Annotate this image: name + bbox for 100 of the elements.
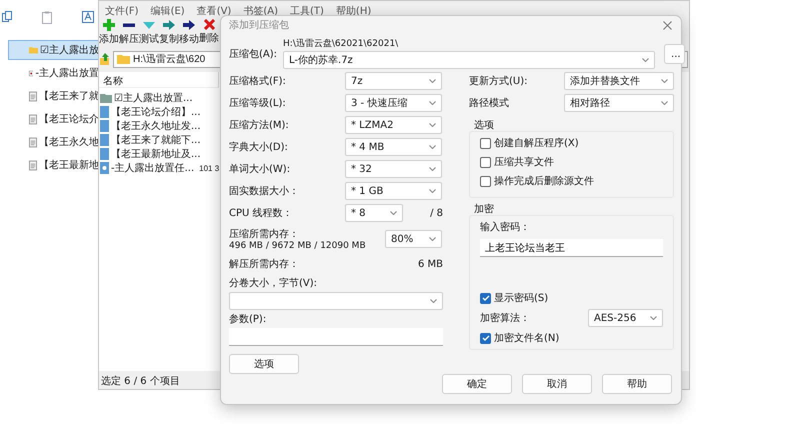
group-title: 选项 [473,118,495,131]
document-icon [100,148,109,160]
file-name[interactable]: -主人露出放置任... [111,161,194,175]
dialog-button[interactable]: 取消 [522,374,592,394]
up-folder-icon[interactable] [100,53,111,65]
arrow-right-icon [183,19,195,31]
dropdown[interactable]: * 4 MB [345,138,442,156]
field-label: 压缩等级(L): [229,96,287,110]
menu-item[interactable]: 工具(T) [290,4,324,16]
checkbox-label[interactable]: 加密文件名(N) [494,331,560,345]
dropdown[interactable]: L-你的苏幸.7z [283,51,656,69]
document-icon [29,160,37,170]
field-label: 加密算法： [480,312,530,325]
chevron-icon [429,167,436,171]
chevron-icon [429,123,436,127]
chevron-icon [429,101,436,105]
field-label: 更新方式(U): [469,74,528,88]
chevron-icon [642,58,650,62]
file-name[interactable]: 【老王最新地址及... [111,147,201,161]
document-icon [100,120,109,132]
toolbar-button[interactable]: 添加 [99,19,119,49]
checkbox-label[interactable]: 创建自解压程序(X) [494,136,579,150]
folder-icon [29,45,38,55]
arrow-right-icon [163,19,175,31]
document-icon [100,106,109,118]
dialog-button[interactable]: 确定 [442,374,512,394]
archive-path: H:\迅雷云盘\62021\62021\ [283,38,400,50]
checkbox-label[interactable]: 压缩共享文件 [494,155,554,169]
menu-item[interactable]: 查看(V) [196,4,232,16]
field-label: 压缩包(A): [229,48,278,61]
group-title: 加密 [473,202,495,215]
clipboard-icon[interactable] [42,11,52,24]
dropdown[interactable]: AES-256 [588,309,663,327]
menu-item[interactable]: 书签(A) [243,4,278,16]
password-field[interactable]: 上老王论坛当老王 [480,239,663,257]
options-button[interactable]: 选项 [229,354,299,374]
chevron-icon [661,101,668,105]
chevron-icon [390,211,397,215]
toolbar-button[interactable]: 复制 [159,19,179,49]
menu-item[interactable]: 帮助(H) [336,4,372,16]
toolbar-button[interactable]: 移动 [179,19,199,49]
document-icon [29,136,37,148]
dropdown[interactable]: 80% [385,230,442,248]
dropdown[interactable]: * 8 [345,204,403,222]
checkbox[interactable] [480,176,491,186]
thread-count: / 8 [430,208,443,218]
close-icon[interactable] [663,20,672,30]
field-label: 解压所需内存： [229,258,299,271]
dropdown[interactable]: 相对路径 [564,94,674,112]
file-item[interactable]: ☑主人露出放 [8,40,100,60]
field-label: 输入密码： [480,220,531,234]
file-item[interactable]: 【老王论坛介 [28,109,100,129]
menu-item[interactable]: 编辑(E) [150,4,185,16]
rename-icon[interactable] [82,11,94,23]
chevron-down-icon [143,19,155,31]
menu-item[interactable]: 文件(F) [105,4,139,16]
archive-file-icon [29,68,34,78]
chevron-icon [661,79,668,83]
close-icon [204,19,214,30]
browse-button[interactable]: ... [664,44,686,64]
checkbox[interactable] [480,292,491,304]
file-name[interactable]: ☑主人露出放置... [114,91,193,105]
file-size: 101 3 [199,164,220,172]
field-label: 压缩所需内存： [229,228,300,241]
chevron-icon [429,145,436,149]
dropdown[interactable]: * 1 GB [345,182,442,200]
dropdown[interactable]: 添加并替换文件 [564,72,674,90]
copy-icon[interactable] [2,11,12,23]
chevron-icon [430,299,437,303]
checkbox[interactable] [480,156,491,168]
field-label: 字典大小(D): [229,140,289,154]
column-header[interactable]: 名称 [99,72,219,88]
dropdown[interactable]: * LZMA2 [345,116,442,134]
dropdown[interactable]: * 32 [345,160,442,178]
checkbox[interactable] [480,138,491,148]
checkbox-label[interactable]: 操作完成后删除源文件 [494,174,594,188]
checkbox[interactable] [480,332,491,344]
chevron-icon [429,237,436,241]
dropdown[interactable]: 3 - 快速压缩 [345,94,442,112]
file-name[interactable]: 【老王永久地址发... [111,119,201,133]
field-label: 固实数据大小： [229,184,300,198]
field-label: 参数(P): [229,312,266,326]
toolbar-button[interactable]: 解压 [119,19,139,49]
chevron-icon [429,189,436,193]
file-name[interactable]: 【老王来了就能下... [111,133,201,147]
file-item[interactable]: 【老王来了就 [28,86,100,106]
file-name[interactable]: 【老王论坛介绍】... [111,105,201,119]
document-icon [29,90,37,102]
memory-usage: 496 MB / 9672 MB / 12090 MB [229,241,367,251]
dropdown[interactable]: 7z [345,72,442,90]
toolbar-button[interactable]: 删除 [199,19,219,49]
toolbar-button[interactable]: 测试 [139,19,159,49]
checkbox-label[interactable]: 显示密码(S) [494,291,548,305]
input-field[interactable] [229,328,443,346]
field-label: 单词大小(W): [229,162,292,176]
file-item[interactable]: -主人露出放置 [28,63,100,83]
field-label: 分卷大小，字节(V): [229,276,318,290]
dialog-button[interactable]: 帮助 [602,374,672,394]
field-label: 压缩格式(F): [229,74,287,88]
document-icon [100,134,109,146]
